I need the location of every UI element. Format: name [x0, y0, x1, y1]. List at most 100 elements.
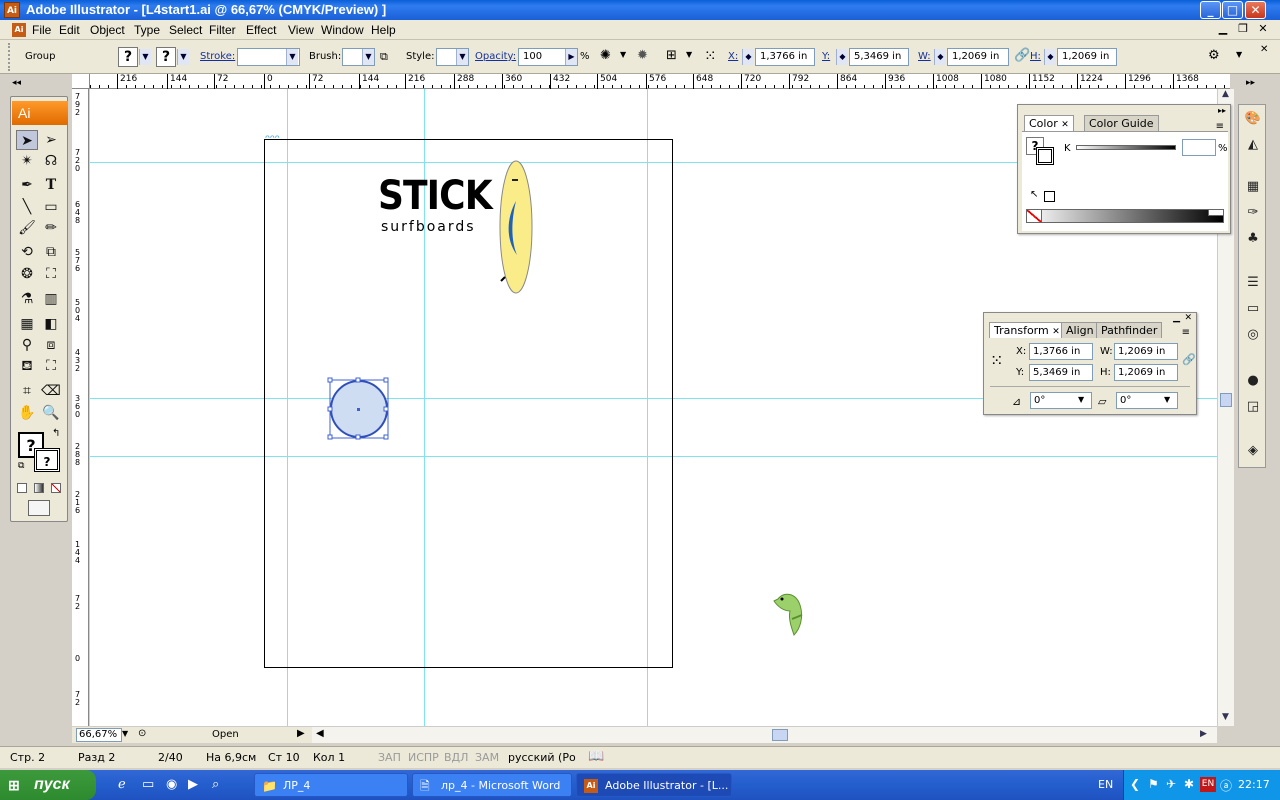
gradient-tool-icon[interactable]: ◧ — [40, 314, 62, 334]
maximize-button[interactable]: □ — [1222, 1, 1243, 19]
x-field[interactable]: 1,3766 in — [755, 48, 815, 66]
status-language[interactable]: русский (Ро — [508, 751, 576, 764]
scale-tool-icon[interactable]: ⧉ — [40, 242, 62, 262]
align-icon[interactable]: ⊞ — [666, 48, 677, 63]
reference-point-icon[interactable]: ⁙ — [990, 351, 1003, 370]
color-panel-collapse-icon[interactable]: ▸▸ — [1218, 106, 1226, 115]
transparency-icon[interactable]: ◎ — [1243, 325, 1263, 345]
line-tool-icon[interactable]: ╲ — [16, 197, 38, 217]
status-ovr[interactable]: ЗАМ — [475, 751, 499, 764]
lasso-tool-icon[interactable]: ☊ — [40, 151, 62, 171]
mesh-tool-icon[interactable]: ▦ — [16, 314, 38, 334]
graphic-styles-icon[interactable]: ◲ — [1243, 397, 1263, 417]
menu-object[interactable]: Object — [90, 23, 125, 37]
direct-selection-tool-icon[interactable]: ➢ — [40, 130, 62, 150]
constrain-link-icon[interactable]: 🔗 — [1182, 353, 1196, 366]
rectangle-tool-icon[interactable]: ▭ — [40, 197, 62, 217]
scroll-left-icon[interactable]: ◀ — [316, 728, 324, 739]
color-stroke-box[interactable] — [1036, 147, 1054, 165]
color-spectrum[interactable] — [1026, 209, 1224, 223]
tray-arrow-icon[interactable]: ❮ — [1130, 777, 1140, 791]
transform-close-icon[interactable]: ✕ — [1184, 313, 1192, 323]
panel-menu-icon[interactable]: ≡ — [1182, 327, 1190, 338]
vertical-scroll-thumb[interactable] — [1220, 393, 1232, 407]
brush-dropdown-icon[interactable]: ▼ — [362, 49, 374, 65]
eraser-tool-icon[interactable]: ⌫ — [40, 381, 62, 401]
w-field[interactable]: 1,2069 in — [947, 48, 1009, 66]
stroke-swatch-dropdown-icon[interactable]: ▼ — [177, 49, 189, 65]
stroke-weight-dropdown-icon[interactable]: ▼ — [286, 49, 298, 65]
fill-swatch[interactable]: ? — [118, 47, 138, 67]
align-dropdown-icon[interactable]: ▼ — [686, 50, 692, 59]
status-rec[interactable]: ЗАП — [378, 751, 401, 764]
control-menu-icon[interactable]: ▼ — [1236, 50, 1242, 59]
k-value-field[interactable] — [1182, 139, 1216, 156]
status-menu-icon[interactable]: ▶ — [297, 728, 305, 739]
stroke-icon[interactable]: ☰ — [1243, 273, 1263, 293]
swatches-icon[interactable]: ▦ — [1243, 177, 1263, 197]
isolate-icon[interactable]: ✹ — [637, 48, 648, 63]
live-paint-bucket-icon[interactable]: ⛾ — [16, 356, 38, 376]
eyedropper-tool-icon[interactable]: ⚲ — [16, 335, 38, 355]
stroke-color-box[interactable]: ? — [34, 448, 60, 472]
tab-close-icon[interactable]: ✕ — [1052, 327, 1060, 337]
color-guide-icon[interactable]: ◭ — [1243, 135, 1263, 155]
expand-dock-icon[interactable]: ▸▸ — [1246, 78, 1255, 88]
zoom-tool-icon[interactable]: 🔍 — [40, 403, 62, 423]
tab-close-icon[interactable]: ✕ — [1061, 120, 1069, 130]
menu-edit[interactable]: Edit — [59, 23, 80, 37]
selected-circle[interactable] — [327, 377, 393, 443]
color-panel-icon[interactable]: 🎨 — [1243, 109, 1263, 129]
default-colors-icon[interactable]: ⧉ — [18, 461, 24, 471]
tab-transform[interactable]: Transform ✕ — [989, 322, 1065, 338]
tray-network-icon[interactable]: ⚑ — [1148, 777, 1159, 791]
tab-align[interactable]: Align — [1061, 322, 1099, 338]
minimize-button[interactable]: _ — [1200, 1, 1221, 19]
graph-tool-icon[interactable]: ▥ — [40, 289, 62, 309]
task-word[interactable]: 🗎 лр_4 - Microsoft Word — [412, 773, 572, 797]
doc-minimize-icon[interactable]: ▁ — [1214, 22, 1232, 38]
style-dropdown-icon[interactable]: ▼ — [456, 49, 468, 65]
constrain-link-icon[interactable]: 🔗 — [1014, 48, 1030, 63]
stroke-label[interactable]: Stroke: — [200, 51, 235, 62]
collapse-dock-icon[interactable]: ◂◂ — [12, 78, 21, 88]
selection-tool-icon[interactable]: ➤ — [16, 130, 38, 150]
ruler-origin[interactable] — [72, 74, 90, 89]
close-control-icon[interactable]: ✕ — [1260, 44, 1268, 55]
reference-point-icon[interactable]: ⁙ — [704, 47, 717, 65]
menu-view[interactable]: View — [288, 23, 314, 37]
paintbrush-tool-icon[interactable]: 🖌 — [16, 218, 38, 238]
web-safe-swatch[interactable] — [1044, 191, 1055, 202]
gradient-mode-icon[interactable] — [34, 483, 44, 493]
menu-type[interactable]: Type — [134, 23, 160, 37]
symbols-icon[interactable]: ♣ — [1243, 229, 1263, 249]
h-label[interactable]: H: — [1030, 51, 1041, 62]
menu-filter[interactable]: Filter — [209, 23, 236, 37]
pen-tool-icon[interactable]: ✒ — [16, 175, 38, 195]
color-mode-icon[interactable] — [17, 483, 27, 493]
crop-area-tool-icon[interactable]: ⌗ — [16, 381, 38, 401]
menu-effect[interactable]: Effect — [246, 23, 276, 37]
rotate-dropdown-icon[interactable]: ▼ — [1078, 395, 1084, 404]
x-stepper-icon[interactable]: ◆ — [742, 49, 754, 65]
hand-tool-icon[interactable]: ✋ — [16, 403, 38, 423]
bridge-icon[interactable]: ⚙ — [1208, 48, 1220, 63]
blend-tool-icon[interactable]: ⧈ — [40, 335, 62, 355]
browser-quicklaunch-icon[interactable]: ◉ — [166, 777, 177, 792]
opacity-stepper-icon[interactable]: ▶ — [565, 49, 577, 65]
warp-tool-icon[interactable]: ❂ — [16, 264, 38, 284]
tray-antivirus-icon[interactable]: ✈ — [1166, 777, 1176, 791]
transform-w-field[interactable]: 1,2069 in — [1114, 343, 1178, 360]
appearance-icon[interactable]: ● — [1243, 371, 1263, 391]
x-label[interactable]: X: — [728, 51, 738, 62]
menu-help[interactable]: Help — [371, 23, 396, 37]
white-swatch[interactable] — [1208, 209, 1224, 216]
transform-y-field[interactable]: 5,3469 in — [1029, 364, 1093, 381]
w-label[interactable]: W: — [918, 51, 931, 62]
brush-options-icon[interactable]: ⧉ — [380, 50, 388, 64]
none-mode-icon[interactable] — [51, 483, 61, 493]
scroll-right-icon[interactable]: ▶ — [1200, 729, 1207, 739]
opacity-label[interactable]: Opacity: — [475, 51, 516, 62]
recolor-dropdown-icon[interactable]: ▼ — [620, 50, 626, 59]
symbol-sprayer-tool-icon[interactable]: ⚗ — [16, 289, 38, 309]
